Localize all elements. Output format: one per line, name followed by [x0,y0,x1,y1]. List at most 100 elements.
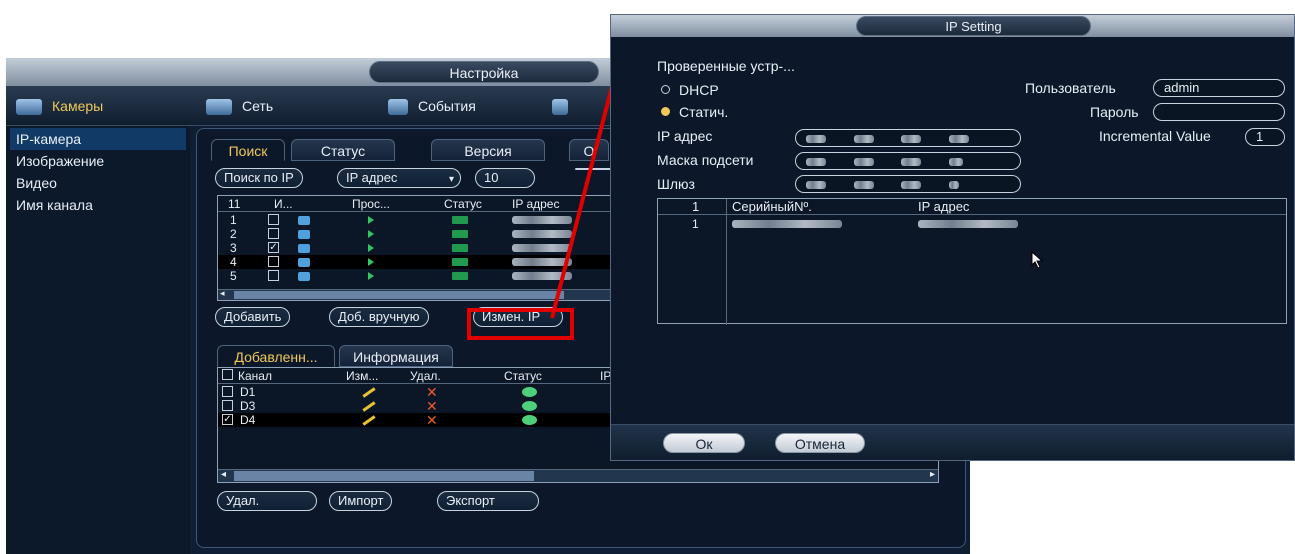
play-icon[interactable] [368,216,374,224]
status-icon [452,230,468,238]
scrollbar-thumb[interactable] [234,471,534,481]
ok-button[interactable]: Ок [663,433,745,453]
sidebar-item-ip-camera[interactable]: IP-камера [10,128,186,150]
nav-network[interactable]: Сеть [206,95,273,117]
table-header: 1 СерийныйNº. IP адрес [658,199,1286,325]
events-icon [388,99,408,116]
highlight-box [467,308,574,340]
camera-icon [298,216,310,225]
nav-events[interactable]: События [388,95,476,117]
static-radio[interactable] [661,107,670,116]
tab-search[interactable]: Поиск [211,139,285,161]
row-checkbox[interactable] [268,228,279,239]
play-icon[interactable] [368,230,374,238]
export-button[interactable]: Экспорт [437,491,539,511]
delete-button[interactable]: Удал. [217,491,317,511]
tab-info[interactable]: Информация [339,345,453,367]
row-checkbox[interactable] [222,400,233,411]
edit-icon[interactable] [362,387,376,398]
window-title: Настройка [369,61,599,83]
camera-icon [298,230,310,239]
scroll-left-icon[interactable]: ◂ [220,288,225,299]
ip-setting-dialog: IP Setting Проверенные устр-... DHCP Ста… [610,14,1295,461]
table-header: 11 И... Прос... Статус IP адрес [218,196,612,212]
table-row[interactable]: 2 [218,227,612,241]
edit-icon[interactable] [362,401,376,412]
tab-status[interactable]: Статус [291,139,395,161]
camera-icon [298,272,310,281]
scroll-left-icon[interactable]: ◂ [221,469,226,480]
table-row-selected[interactable]: 4 [218,255,612,269]
delete-icon[interactable]: ✕ [426,385,438,399]
verified-devices-label: Проверенные устр-... [657,58,795,74]
delete-icon[interactable]: ✕ [426,413,438,427]
chevron-down-icon: ▾ [448,174,454,185]
row-checkbox[interactable] [268,270,279,281]
sidebar-item-channel-name[interactable]: Имя канала [10,194,186,216]
play-icon[interactable] [368,272,374,280]
status-online-icon [522,415,537,425]
tab-added-devices[interactable]: Добавленн... [217,345,335,367]
found-devices-table: 11 И... Прос... Статус IP адрес 1 2 3 ✓ … [217,195,613,301]
gateway-label: Шлюз [657,176,695,192]
mouse-cursor-icon [1031,251,1044,269]
sidebar-item-image[interactable]: Изображение [10,150,186,172]
password-field[interactable] [1153,103,1285,121]
import-button[interactable]: Импорт [329,491,393,511]
row-checkbox[interactable] [268,214,279,225]
table-row[interactable]: 1 [218,213,612,227]
more-button[interactable] [575,168,615,170]
table-row[interactable]: 1 [658,217,1286,231]
dialog-title: IP Setting [856,16,1091,36]
scroll-right-icon[interactable]: ▸ [930,469,935,480]
manual-add-button[interactable]: Доб. вручную [329,307,429,327]
storage-icon [552,99,568,116]
row-checkbox[interactable] [268,256,279,267]
network-icon [206,99,232,116]
tab-version[interactable]: Версия [431,139,545,161]
edit-icon[interactable] [362,415,376,426]
ip-filter-select[interactable]: IP адрес ▾ [337,168,461,188]
sidebar-item-video[interactable]: Видео [10,172,186,194]
play-icon[interactable] [368,244,374,252]
status-icon [452,272,468,280]
user-field[interactable]: admin [1153,79,1285,97]
dialog-titlebar: IP Setting [611,15,1294,37]
nav-storage[interactable] [552,95,578,117]
status-online-icon [522,401,537,411]
table-row[interactable]: 5 [218,269,612,283]
static-label: Статич. [679,104,729,120]
status-icon [452,258,468,266]
scrollbar-thumb[interactable] [234,291,564,299]
row-checkbox-checked[interactable]: ✓ [222,414,233,425]
incremental-value-label: Incremental Value [1099,128,1211,144]
horizontal-scrollbar[interactable]: ◂ ▸ [218,469,938,482]
row-checkbox-checked[interactable]: ✓ [268,242,279,253]
device-list-table: 1 СерийныйNº. IP адрес 1 [657,198,1287,325]
subnet-mask-field[interactable] [795,152,1021,170]
camera-icon [16,99,42,116]
sidebar: IP-камера Изображение Видео Имя канала [6,126,190,554]
horizontal-scrollbar[interactable]: ◂ [218,288,612,300]
user-label: Пользователь [1025,80,1116,96]
status-icon [452,216,468,224]
dhcp-radio[interactable] [661,85,670,94]
search-by-ip-button[interactable]: Поиск по IP [215,168,303,188]
count-field[interactable]: 10 [475,168,535,188]
subnet-mask-label: Маска подсети [657,152,754,168]
select-all-checkbox[interactable] [222,369,233,380]
tab-other[interactable]: О [569,139,609,161]
table-row[interactable]: 3 ✓ [218,241,612,255]
add-button[interactable]: Добавить [215,307,291,327]
play-icon[interactable] [368,258,374,266]
nav-cameras[interactable]: Камеры [16,95,103,117]
dialog-footer: Ок Отмена [611,424,1294,460]
delete-icon[interactable]: ✕ [426,399,438,413]
incremental-value-field[interactable]: 1 [1245,128,1285,146]
camera-icon [298,244,310,253]
status-icon [452,244,468,252]
row-checkbox[interactable] [222,386,233,397]
cancel-button[interactable]: Отмена [775,433,865,453]
gateway-field[interactable] [795,175,1021,193]
ip-address-field[interactable] [795,129,1021,147]
